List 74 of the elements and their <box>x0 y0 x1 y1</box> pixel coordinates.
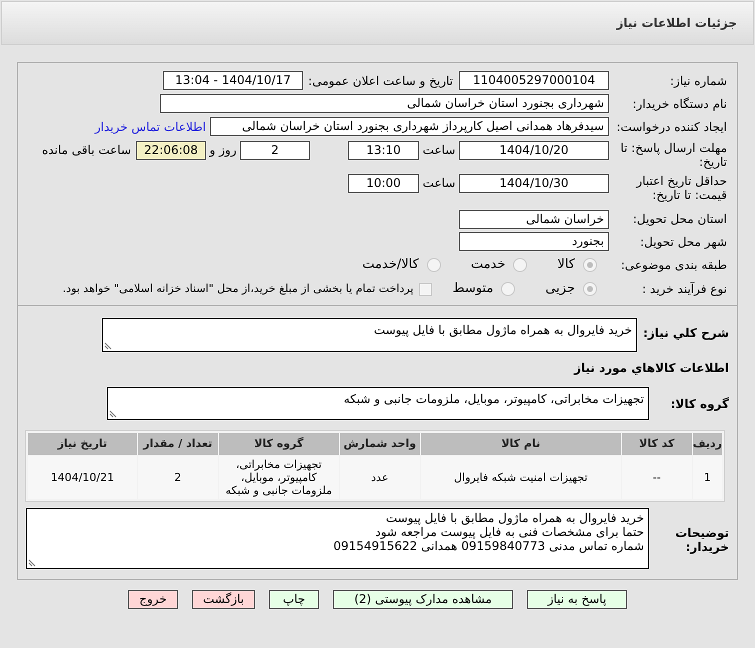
field-label: ساعت <box>422 143 456 157</box>
description-field[interactable]: خرید فایروال به همراه ماژول مطابق با فایل پیوست <box>102 318 637 352</box>
note-line: حتما برای مشخصات فنی به فایل پیوست مراجعه شود <box>374 525 644 539</box>
field-label: ساعت <box>422 176 456 190</box>
table-cell: 1404/10/21 <box>28 456 137 499</box>
field-label: روز و <box>210 143 236 157</box>
action-button[interactable]: پاسخ به نیاز <box>527 590 627 609</box>
deadline-time-field: 13:10 <box>348 141 419 160</box>
column-header: ردیف <box>692 433 722 455</box>
field-label: حداقل تاریخ اعتبار قیمت: تا تاریخ: <box>636 174 727 202</box>
column-header: تعداد / مقدار <box>138 433 218 455</box>
resize-grip-icon <box>109 410 117 418</box>
table-cell: عدد <box>340 456 420 499</box>
action-button[interactable]: بازگشت <box>192 590 255 609</box>
radio-button[interactable] <box>426 258 441 272</box>
table-cell: -- <box>622 456 692 499</box>
field-label: نام دستگاه خریدار: <box>632 96 727 110</box>
creator-field: سیدفرهاد همدانی اصیل کارپرداز شهرداری بجنورد استان خراسان شمالی <box>210 117 609 136</box>
table-cell: 2 <box>138 456 218 499</box>
field-label: ساعت باقی مانده <box>42 143 131 157</box>
days-field: 2 <box>240 141 310 160</box>
column-header: تاریخ نیاز <box>28 433 137 455</box>
remaining-time-field: 22:06:08 <box>136 141 206 160</box>
validity-date-field: 1404/10/30 <box>459 174 609 193</box>
field-label: تاریخ و ساعت اعلان عمومی: <box>308 74 453 88</box>
column-header: واحد شمارش <box>340 433 420 455</box>
radio-label: کالا <box>557 256 575 274</box>
goods-group-text: تجهیزات مخابراتی، کامپیوتر، موبایل، ملزومات جانبی و شبکه <box>344 392 644 406</box>
buyer-org-field: شهرداری بجنورد استان خراسان شمالی <box>160 94 609 113</box>
section-heading: اطلاعات کالاهاي مورد نياز <box>574 360 729 377</box>
field-label: شهر محل تحویل: <box>640 234 727 248</box>
announce-date-field: 1404/10/17 - 13:04 <box>163 71 303 90</box>
city-field: بجنورد <box>459 232 609 251</box>
radio-button[interactable] <box>583 282 597 296</box>
field-label: ایجاد کننده درخواست: <box>616 120 727 134</box>
column-header: کد کالا <box>622 433 692 455</box>
field-label: مهلت ارسال پاسخ: تا تاریخ: <box>620 141 727 169</box>
field-label: گروه کالا: <box>670 396 729 410</box>
payment-note: پرداخت تمام یا بخشی از مبلغ خرید،از محل "اسناد خزانه اسلامی" خواهد بود. <box>62 280 414 297</box>
validity-time-field: 10:00 <box>348 174 419 193</box>
description-text: خرید فایروال به همراه ماژول مطابق با فایل پیوست <box>374 323 632 337</box>
field-label: توضیحات خریدار: <box>675 526 729 554</box>
page-title: جزئیات اطلاعات نیاز <box>616 15 737 32</box>
resize-grip-icon <box>28 559 36 567</box>
need-number-field: 1104005297000104 <box>459 71 609 90</box>
buyer-contact-link[interactable]: اطلاعات تماس خریدار <box>94 118 206 136</box>
radio-button[interactable] <box>513 258 528 272</box>
column-header: گروه کالا <box>218 433 339 455</box>
note-line: خرید فایروال به همراه ماژول مطابق با فایل پیوست <box>384 511 644 525</box>
radio-button[interactable] <box>501 282 516 296</box>
resize-grip-icon <box>104 342 112 350</box>
field-label: نوع فرآیند خرید : <box>642 282 727 296</box>
payment-checkbox[interactable] <box>419 282 432 296</box>
radio-label: خدمت <box>470 256 506 274</box>
column-header: نام کالا <box>420 433 621 455</box>
field-label: طبقه بندی موضوعی: <box>620 258 727 272</box>
province-field: خراسان شمالی <box>459 210 609 228</box>
radio-label: جزیی <box>545 280 575 298</box>
table-cell: تجهیزات امنیت شبکه فایروال <box>420 456 621 499</box>
buyer-notes-field[interactable]: خرید فایروال به همراه ماژول مطابق با فایل پیوست حتما برای مشخصات فنی به فایل پیوست مراجعه شود شماره تماس مدنی 09159840773 همدانی 09154915622 <box>26 508 649 569</box>
table-cell: تجهیزات مخابراتی، کامپیوتر، موبایل، ملزومات جانبی و شبکه <box>218 456 339 499</box>
goods-group-field[interactable]: تجهیزات مخابراتی، کامپیوتر، موبایل، ملزومات جانبی و شبکه <box>107 387 649 420</box>
radio-label: کالا/خدمت <box>362 256 419 274</box>
field-label: شماره نیاز: <box>670 74 727 88</box>
action-button[interactable]: مشاهده مدارک پیوستی (2) <box>333 590 513 609</box>
action-button[interactable]: چاپ <box>269 590 319 609</box>
field-label: شرح کلي نياز: <box>643 326 729 340</box>
note-line: شماره تماس مدنی 09159840773 همدانی 09154915622 <box>332 539 644 553</box>
action-button[interactable]: خروج <box>128 590 178 609</box>
field-label: استان محل تحویل: <box>632 212 727 226</box>
table-cell: 1 <box>692 456 722 499</box>
radio-label: متوسط <box>452 280 494 298</box>
radio-button[interactable] <box>583 258 597 272</box>
deadline-date-field: 1404/10/20 <box>459 141 609 160</box>
